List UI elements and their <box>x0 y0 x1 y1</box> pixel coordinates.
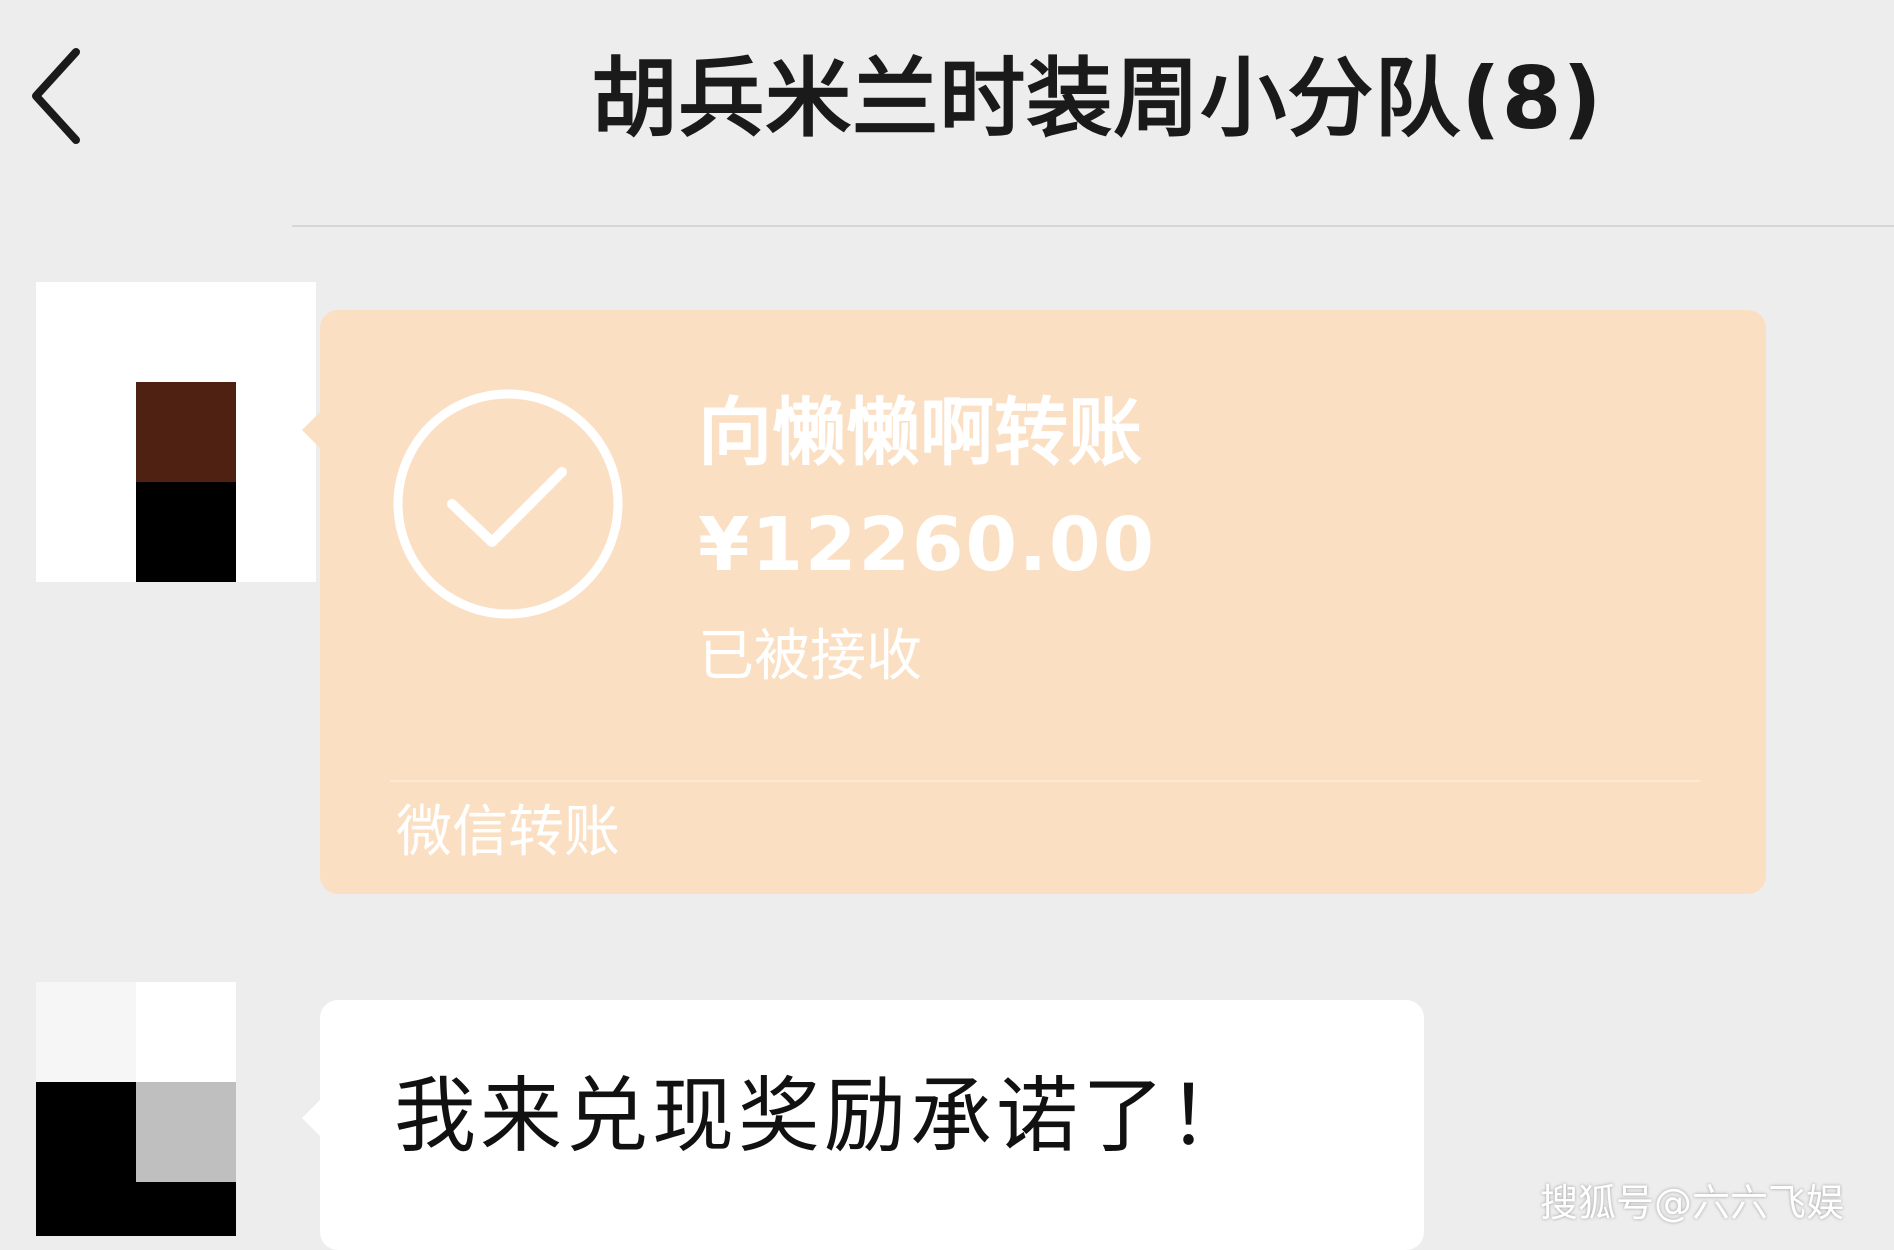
avatar-block <box>36 1082 136 1236</box>
avatar-block <box>136 982 236 1082</box>
transfer-recipient: 向懒懒啊转账 <box>698 390 1142 476</box>
transfer-card[interactable]: 向懒懒啊转账 ¥12260.00 已被接收 微信转账 <box>302 310 1766 894</box>
avatar-block <box>136 482 236 582</box>
sender-avatar[interactable] <box>36 982 236 1236</box>
back-button[interactable] <box>28 46 98 146</box>
message-bubble[interactable]: 我来兑现奖励承诺了！ <box>302 1000 1424 1250</box>
watermark: 搜狐号@六六飞娱 <box>1539 1181 1844 1225</box>
chat-header: 胡兵米兰时装周小分队(8) <box>0 0 1894 226</box>
transfer-status: 已被接收 <box>698 624 922 689</box>
transfer-divider <box>390 780 1700 782</box>
transfer-footer: 微信转账 <box>396 800 620 865</box>
avatar-block <box>136 1082 236 1182</box>
header-divider <box>292 225 1894 227</box>
avatar-block <box>136 382 236 482</box>
avatar-block <box>136 1182 236 1236</box>
transfer-amount: ¥12260.00 <box>698 502 1157 588</box>
sender-avatar[interactable] <box>36 282 316 582</box>
chat-title: 胡兵米兰时装周小分队(8) <box>591 49 1603 149</box>
chevron-left-icon <box>32 48 80 144</box>
check-circle-icon <box>393 389 623 619</box>
message-text: 我来兑现奖励承诺了！ <box>394 1069 1255 1164</box>
